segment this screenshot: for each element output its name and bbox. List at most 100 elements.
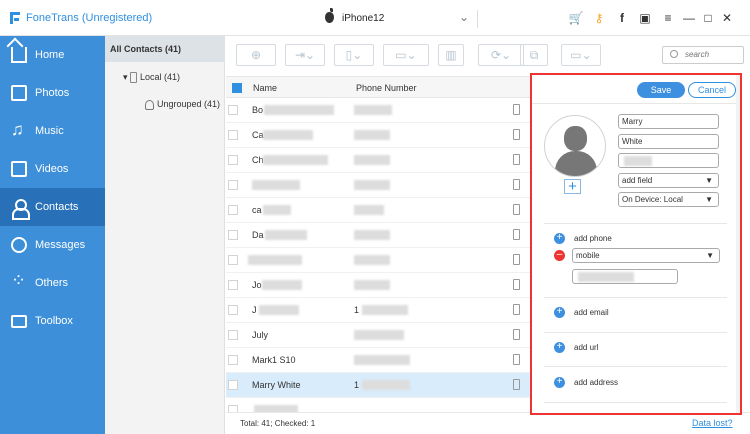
device-selector[interactable]: iPhone12 ⌄: [325, 8, 471, 28]
row-checkbox[interactable]: [228, 305, 238, 315]
table-row[interactable]: [226, 248, 530, 273]
add-contact-button[interactable]: ⊕: [236, 44, 276, 66]
table-row[interactable]: Da: [226, 223, 530, 248]
table-row[interactable]: Ca: [226, 123, 530, 148]
row-checkbox[interactable]: [228, 255, 238, 265]
tree-local[interactable]: ▾ Local (41): [123, 72, 180, 84]
phone-number-field[interactable]: [572, 269, 678, 284]
duplicate-button[interactable]: ⧉: [520, 44, 548, 66]
tree-ungrouped[interactable]: Ungrouped (41): [145, 99, 220, 110]
add-email-label[interactable]: add email: [574, 308, 609, 317]
first-name-field[interactable]: Marry: [618, 114, 719, 129]
redacted-name: [265, 230, 307, 240]
chat-icon[interactable]: ▣: [637, 10, 653, 26]
close-icon[interactable]: ✕: [719, 10, 735, 26]
sidebar-item-toolbox[interactable]: Toolbox: [0, 302, 105, 340]
sidebar-item-home[interactable]: Home: [0, 36, 105, 74]
redacted-name: [263, 130, 313, 140]
refresh-button[interactable]: ⟳⌄: [478, 44, 524, 66]
row-checkbox[interactable]: [228, 355, 238, 365]
add-phone-label[interactable]: add phone: [574, 234, 612, 243]
cancel-button[interactable]: Cancel: [688, 82, 736, 98]
device-icon: [513, 229, 520, 240]
add-email-icon[interactable]: +: [554, 307, 565, 318]
add-phone-icon[interactable]: +: [554, 233, 565, 244]
sidebar-item-others[interactable]: Others: [0, 264, 105, 302]
photos-icon: [11, 85, 27, 101]
delete-button[interactable]: ▥: [438, 44, 464, 66]
apple-icon: [325, 8, 334, 23]
cart-icon[interactable]: 🛒: [568, 10, 584, 26]
avatar-body: [555, 151, 597, 176]
add-url-label[interactable]: add url: [574, 343, 598, 352]
add-url-icon[interactable]: +: [554, 342, 565, 353]
redacted-phone: [354, 205, 384, 215]
row-checkbox[interactable]: [228, 130, 238, 140]
row-checkbox[interactable]: [228, 180, 238, 190]
phone-column-header: Phone Number: [356, 83, 417, 93]
table-row[interactable]: July: [226, 323, 530, 348]
export-device-button[interactable]: ▯⌄: [334, 44, 374, 66]
export-pc-button[interactable]: ▭⌄: [383, 44, 429, 66]
redacted-phone: [354, 155, 390, 165]
menu-icon[interactable]: ≡: [660, 10, 676, 26]
table-row-selected[interactable]: Marry White 1: [226, 373, 530, 398]
device-name: iPhone12: [342, 13, 385, 24]
last-name-field[interactable]: White: [618, 134, 719, 149]
import-button[interactable]: ⇥⌄: [285, 44, 325, 66]
device-icon: [513, 204, 520, 215]
sidebar-item-videos[interactable]: Videos: [0, 150, 105, 188]
search-box[interactable]: [662, 46, 744, 64]
name-column-header: Name: [253, 83, 278, 93]
select-all-checkbox[interactable]: [232, 83, 242, 93]
redacted-name: [263, 155, 328, 165]
sidebar: Home Photos Music Videos Contacts Messag…: [0, 36, 105, 434]
key-icon[interactable]: ⚷: [591, 10, 607, 26]
table-row[interactable]: ca: [226, 198, 530, 223]
add-address-label[interactable]: add address: [574, 378, 618, 387]
sidebar-item-contacts[interactable]: Contacts: [0, 188, 105, 226]
table-row[interactable]: Jo: [226, 273, 530, 298]
sidebar-item-music[interactable]: Music: [0, 112, 105, 150]
device-icon: [513, 279, 520, 290]
table-row[interactable]: [226, 173, 530, 198]
section-divider: [544, 402, 727, 403]
search-input[interactable]: [685, 50, 740, 59]
table-row[interactable]: Bo: [226, 98, 530, 123]
caret-icon: ▾: [123, 72, 131, 82]
panel-scrollbar[interactable]: [736, 75, 740, 413]
tree-all-contacts[interactable]: All Contacts (41): [105, 36, 225, 62]
sidebar-item-photos[interactable]: Photos: [0, 74, 105, 112]
row-checkbox[interactable]: [228, 155, 238, 165]
sidebar-item-messages[interactable]: Messages: [0, 226, 105, 264]
location-select[interactable]: On Device: Local: [618, 192, 719, 207]
redacted-field[interactable]: [618, 153, 719, 168]
minimize-icon[interactable]: —: [681, 10, 697, 26]
redacted-phone: [354, 230, 390, 240]
music-icon: [11, 120, 27, 140]
data-lost-link[interactable]: Data lost?: [692, 418, 733, 428]
maximize-icon[interactable]: □: [700, 10, 716, 26]
row-checkbox[interactable]: [228, 105, 238, 115]
list-header: Name Phone Number: [226, 76, 530, 98]
save-button[interactable]: Save: [637, 82, 685, 98]
add-address-icon[interactable]: +: [554, 377, 565, 388]
facebook-icon[interactable]: f: [614, 10, 630, 26]
footer: Total: 41; Checked: 1 Data lost?: [226, 412, 750, 434]
row-checkbox[interactable]: [228, 280, 238, 290]
redacted-phone: [362, 305, 408, 315]
table-row[interactable]: J1: [226, 298, 530, 323]
table-row[interactable]: Mark1 S10: [226, 348, 530, 373]
row-checkbox[interactable]: [228, 380, 238, 390]
phone-type-select[interactable]: mobile: [572, 248, 720, 263]
table-row[interactable]: Ch: [226, 148, 530, 173]
add-photo-button[interactable]: +: [564, 179, 581, 194]
toolbox-button[interactable]: ▭⌄: [561, 44, 601, 66]
row-checkbox[interactable]: [228, 330, 238, 340]
add-field-select[interactable]: add field: [618, 173, 719, 188]
device-icon: [513, 104, 520, 115]
row-checkbox[interactable]: [228, 230, 238, 240]
phone-icon: [130, 72, 138, 84]
row-checkbox[interactable]: [228, 205, 238, 215]
remove-phone-icon[interactable]: –: [554, 250, 565, 261]
